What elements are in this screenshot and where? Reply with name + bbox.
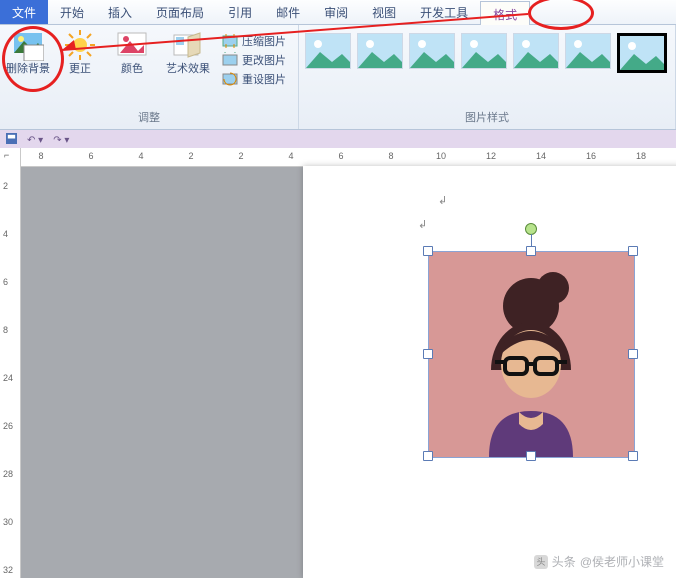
color-icon bbox=[116, 29, 148, 61]
handle-tl[interactable] bbox=[423, 246, 433, 256]
handle-tm[interactable] bbox=[526, 246, 536, 256]
handle-mr[interactable] bbox=[628, 349, 638, 359]
svg-text:头: 头 bbox=[536, 557, 545, 567]
group-adjust: 删除背景 更正 颜色 艺术效果 bbox=[0, 25, 299, 129]
change-picture-icon bbox=[222, 52, 238, 68]
group-adjust-label: 调整 bbox=[6, 107, 292, 127]
tab-format[interactable]: 格式 bbox=[480, 1, 530, 25]
sun-icon bbox=[64, 29, 96, 61]
ribbon: 删除背景 更正 颜色 艺术效果 bbox=[0, 25, 676, 130]
handle-tr[interactable] bbox=[628, 246, 638, 256]
compress-label: 压缩图片 bbox=[242, 33, 286, 49]
handle-ml[interactable] bbox=[423, 349, 433, 359]
tab-home[interactable]: 开始 bbox=[48, 0, 96, 24]
toutiao-icon: 头 bbox=[534, 555, 548, 569]
remove-background-label: 删除背景 bbox=[6, 63, 50, 75]
qat-redo[interactable]: ↷ ▾ bbox=[53, 135, 69, 146]
paragraph-mark: ↲ bbox=[438, 194, 447, 207]
tab-review[interactable]: 审阅 bbox=[312, 0, 360, 24]
rotate-handle[interactable] bbox=[525, 223, 537, 235]
style-thumb-6[interactable] bbox=[565, 33, 611, 69]
reset-picture-label: 重设图片 bbox=[242, 71, 286, 87]
compress-pictures-button[interactable]: 压缩图片 bbox=[222, 33, 286, 49]
tab-mailings[interactable]: 邮件 bbox=[264, 0, 312, 24]
style-thumb-4[interactable] bbox=[461, 33, 507, 69]
document-canvas: 864224681012141618 ↲ ↲ bbox=[21, 148, 676, 578]
style-thumb-1[interactable] bbox=[305, 33, 351, 69]
ruler-vertical: ⌐ 24682426283032 bbox=[0, 148, 21, 578]
style-thumb-5[interactable] bbox=[513, 33, 559, 69]
color-label: 颜色 bbox=[121, 63, 143, 75]
reset-picture-button[interactable]: 重设图片 bbox=[222, 71, 286, 87]
artistic-icon bbox=[172, 29, 204, 61]
artistic-label: 艺术效果 bbox=[166, 63, 210, 75]
watermark-prefix: 头条 bbox=[552, 553, 576, 570]
selected-picture[interactable] bbox=[428, 251, 633, 456]
artistic-effects-button[interactable]: 艺术效果 bbox=[162, 29, 214, 76]
page[interactable]: ↲ ↲ bbox=[303, 166, 676, 578]
qat-undo[interactable]: ↶ ▾ bbox=[27, 135, 43, 146]
corrections-button[interactable]: 更正 bbox=[58, 29, 102, 76]
tab-file[interactable]: 文件 bbox=[0, 0, 48, 24]
style-thumb-7[interactable] bbox=[617, 33, 667, 73]
group-styles-label: 图片样式 bbox=[305, 107, 669, 127]
remove-background-icon bbox=[12, 29, 44, 61]
tab-developer[interactable]: 开发工具 bbox=[408, 0, 480, 24]
tab-insert[interactable]: 插入 bbox=[96, 0, 144, 24]
avatar-image bbox=[428, 251, 635, 458]
handle-br[interactable] bbox=[628, 451, 638, 461]
paragraph-mark: ↲ bbox=[418, 218, 427, 231]
style-thumb-2[interactable] bbox=[357, 33, 403, 69]
compress-icon bbox=[222, 33, 238, 49]
style-thumb-3[interactable] bbox=[409, 33, 455, 69]
handle-bl[interactable] bbox=[423, 451, 433, 461]
menu-bar: 文件 开始 插入 页面布局 引用 邮件 审阅 视图 开发工具 格式 bbox=[0, 0, 676, 25]
change-picture-label: 更改图片 bbox=[242, 52, 286, 68]
tab-page-layout[interactable]: 页面布局 bbox=[144, 0, 216, 24]
tab-references[interactable]: 引用 bbox=[216, 0, 264, 24]
handle-bm[interactable] bbox=[526, 451, 536, 461]
reset-icon bbox=[222, 71, 238, 87]
ruler-horizontal: 864224681012141618 bbox=[21, 148, 676, 167]
watermark: 头 头条 @侯老师小课堂 bbox=[534, 553, 664, 570]
watermark-author: @侯老师小课堂 bbox=[580, 553, 664, 570]
group-picture-styles: 图片样式 bbox=[299, 25, 676, 129]
color-button[interactable]: 颜色 bbox=[110, 29, 154, 76]
tab-view[interactable]: 视图 bbox=[360, 0, 408, 24]
remove-background-button[interactable]: 删除背景 bbox=[6, 29, 50, 76]
change-picture-button[interactable]: 更改图片 bbox=[222, 52, 286, 68]
ruler-corner: ⌐ bbox=[4, 150, 9, 160]
qat-save[interactable] bbox=[6, 133, 17, 147]
corrections-label: 更正 bbox=[69, 63, 91, 75]
